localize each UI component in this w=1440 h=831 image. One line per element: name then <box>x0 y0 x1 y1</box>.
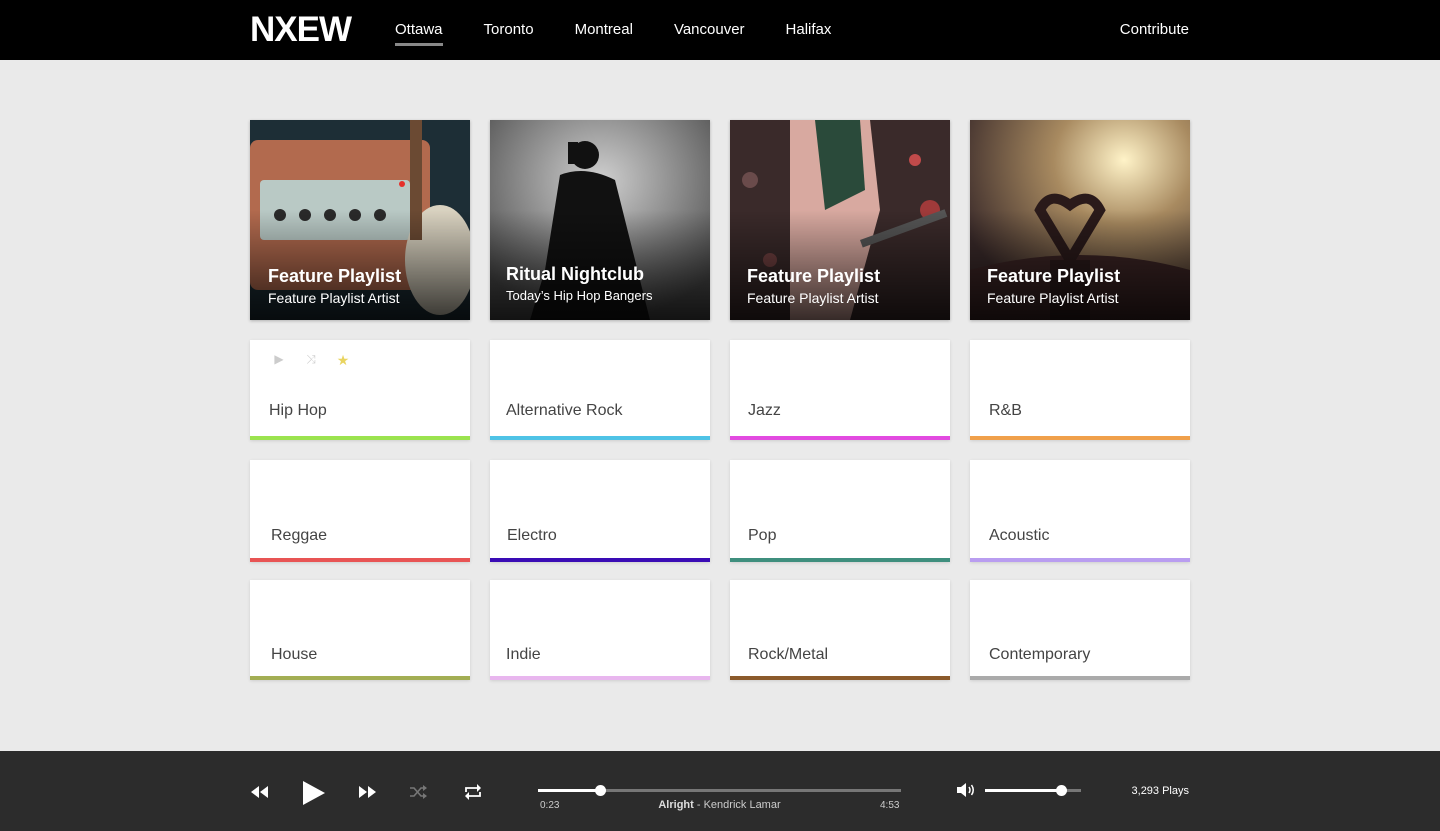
volume-fill <box>985 789 1061 792</box>
genre-label: R&B <box>989 402 1022 419</box>
feature-subtitle: Feature Playlist Artist <box>987 290 1119 306</box>
genre-color-bar <box>970 558 1190 562</box>
genre-color-bar <box>970 436 1190 440</box>
feature-subtitle: Feature Playlist Artist <box>268 290 400 306</box>
volume-icon[interactable] <box>957 782 976 798</box>
nav-item-vancouver[interactable]: Vancouver <box>674 0 745 60</box>
genre-label: Pop <box>748 527 777 544</box>
feature-card[interactable]: Feature Playlist Feature Playlist Artist <box>250 120 470 320</box>
genre-color-bar <box>730 676 950 680</box>
genre-label: House <box>271 646 318 663</box>
star-icon[interactable]: ★ <box>333 352 353 369</box>
genre-card-rnb[interactable]: R&B <box>970 340 1190 440</box>
genre-label: Indie <box>506 646 541 663</box>
contribute-link[interactable]: Contribute <box>1120 0 1189 60</box>
play-icon[interactable]: ▶ <box>269 352 289 369</box>
genre-label: Hip Hop <box>269 402 327 419</box>
genre-label: Alternative Rock <box>506 402 623 419</box>
genre-card-house[interactable]: House <box>250 580 470 680</box>
repeat-icon[interactable] <box>464 784 482 800</box>
genre-card-jazz[interactable]: Jazz <box>730 340 950 440</box>
genre-label: Reggae <box>271 527 328 544</box>
feature-title: Feature Playlist <box>747 266 881 286</box>
fast-forward-icon[interactable] <box>359 786 376 798</box>
nxew-logo[interactable]: NXEW <box>250 12 352 48</box>
genre-card-pop[interactable]: Pop <box>730 460 950 562</box>
nav-item-toronto[interactable]: Toronto <box>484 0 534 60</box>
genre-color-bar <box>970 676 1190 680</box>
volume-handle[interactable] <box>1055 785 1067 796</box>
track-separator: - <box>693 799 704 811</box>
genre-card-alternative-rock[interactable]: Alternative Rock <box>490 340 710 440</box>
nav-item-montreal[interactable]: Montreal <box>575 0 633 60</box>
track-artist: Kendrick Lamar <box>703 799 781 811</box>
feature-subtitle: Feature Playlist Artist <box>747 290 879 306</box>
nav-item-ottawa[interactable]: Ottawa <box>395 0 443 60</box>
shuffle-icon[interactable] <box>410 785 427 799</box>
genre-label: Jazz <box>748 402 781 419</box>
progress-bar[interactable] <box>538 785 901 796</box>
genre-color-bar <box>490 436 710 440</box>
genre-color-bar <box>250 558 470 562</box>
progress-handle[interactable] <box>594 785 606 796</box>
genre-color-bar <box>490 558 710 562</box>
feature-card[interactable]: Feature Playlist Feature Playlist Artist <box>970 120 1190 320</box>
rewind-icon[interactable] <box>251 786 268 798</box>
genre-label: Rock/Metal <box>748 646 829 663</box>
genre-card-hip-hop[interactable]: ▶ ⤨ ★ Hip Hop <box>250 340 470 440</box>
feature-title: Feature Playlist <box>987 266 1121 286</box>
feature-title: Ritual Nightclub <box>506 264 644 284</box>
feature-card[interactable]: Feature Playlist Feature Playlist Artist <box>730 120 950 320</box>
shuffle-icon[interactable]: ⤨ <box>301 352 321 369</box>
progress-fill <box>538 789 600 792</box>
genre-card-acoustic[interactable]: Acoustic <box>970 460 1190 562</box>
genre-color-bar <box>250 436 470 440</box>
genre-label: Acoustic <box>989 527 1050 544</box>
top-navbar: NXEW Ottawa Toronto Montreal Vancouver H… <box>0 0 1440 60</box>
genre-color-bar <box>490 676 710 680</box>
genre-card-indie[interactable]: Indie <box>490 580 710 680</box>
genre-card-electro[interactable]: Electro <box>490 460 710 562</box>
play-count: 3,293 Plays <box>1131 785 1189 797</box>
volume-slider[interactable] <box>985 785 1081 796</box>
genre-color-bar <box>730 436 950 440</box>
genre-card-contemporary[interactable]: Contemporary <box>970 580 1190 680</box>
audio-player: 0:23 Alright - Kendrick Lamar 4:53 3,293… <box>0 751 1440 831</box>
genre-card-rock-metal[interactable]: Rock/Metal <box>730 580 950 680</box>
now-playing: Alright - Kendrick Lamar <box>538 799 901 811</box>
feature-title: Feature Playlist <box>268 266 402 286</box>
play-icon[interactable] <box>301 781 325 805</box>
genre-color-bar <box>250 676 470 680</box>
genre-label: Electro <box>507 527 557 544</box>
feature-card[interactable]: Ritual Nightclub Today’s Hip Hop Bangers <box>490 120 710 320</box>
city-nav: Ottawa Toronto Montreal Vancouver Halifa… <box>395 0 872 60</box>
nav-item-halifax[interactable]: Halifax <box>786 0 832 60</box>
genre-label: Contemporary <box>989 646 1091 663</box>
genre-controls: ▶ ⤨ ★ <box>269 352 353 369</box>
genre-color-bar <box>730 558 950 562</box>
total-duration: 4:53 <box>880 800 900 811</box>
genre-card-reggae[interactable]: Reggae <box>250 460 470 562</box>
feature-subtitle: Today’s Hip Hop Bangers <box>506 288 653 303</box>
track-title: Alright <box>658 799 694 811</box>
